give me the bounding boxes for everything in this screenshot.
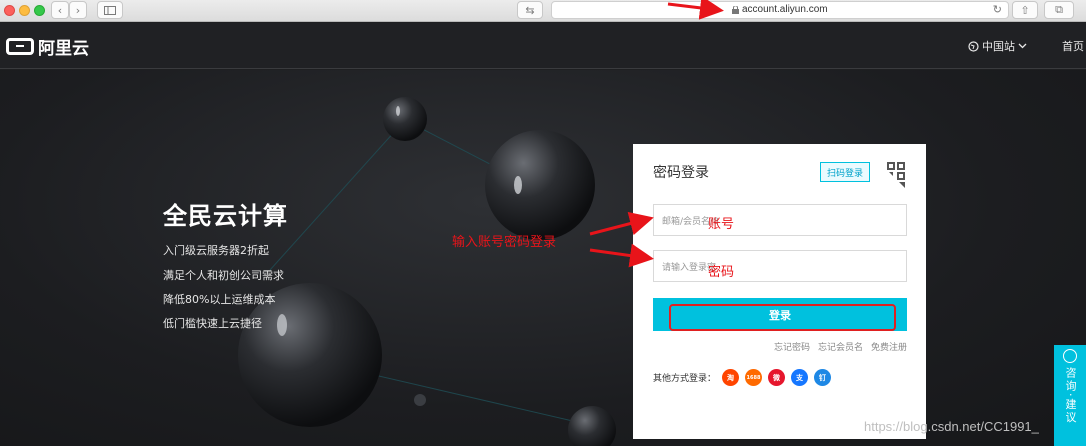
hero-feature: 满足个人和初创公司需求	[163, 269, 284, 282]
region-selector[interactable]: 中国站	[968, 38, 1027, 54]
hero-feature: 降低80%以上运维成本	[163, 293, 276, 306]
chevron-right-icon: ›	[75, 3, 81, 17]
url-text: account.aliyun.com	[742, 4, 828, 15]
aliyun-logo[interactable]: 阿里云	[6, 34, 89, 59]
zoom-window-button[interactable]	[34, 5, 45, 16]
close-window-button[interactable]	[4, 5, 15, 16]
qr-code-icon[interactable]	[877, 160, 907, 190]
browser-toolbar: ‹ › ⇆ account.aliyun.com ↻ ⇧ ⧉	[0, 0, 1086, 22]
address-bar[interactable]: account.aliyun.com ↻	[551, 1, 1009, 19]
taobao-icon[interactable]: 淘	[722, 369, 740, 386]
reload-icon[interactable]: ↻	[993, 3, 1002, 16]
account-input[interactable]: 邮箱/会员名/8	[653, 204, 907, 236]
lock-icon	[732, 6, 739, 14]
chevron-left-icon: ‹	[57, 3, 63, 17]
region-label: 中国站	[982, 40, 1015, 53]
weibo-icon[interactable]: 微	[768, 369, 786, 386]
share-button[interactable]: ⇧	[1012, 1, 1038, 19]
login-button-highlight	[669, 304, 896, 331]
nav-home-link[interactable]: 首页	[1062, 38, 1084, 54]
logo-icon	[6, 38, 34, 55]
alipay-icon[interactable]: 支	[791, 369, 809, 386]
sidebar-toggle-button[interactable]	[97, 1, 123, 19]
register-link[interactable]: 免费注册	[871, 340, 907, 353]
tabs-button[interactable]: ⧉	[1044, 1, 1074, 19]
reader-button[interactable]: ⇆	[517, 1, 543, 19]
site-header: 阿里云 中国站 首页	[0, 23, 1086, 69]
1688-icon[interactable]: 1688	[745, 369, 763, 386]
minimize-window-button[interactable]	[19, 5, 30, 16]
forgot-username-link[interactable]: 忘记会员名	[818, 340, 863, 353]
globe-icon	[968, 40, 979, 52]
forward-button[interactable]: ›	[69, 1, 87, 19]
hero-feature: 入门级云服务器2折起	[163, 244, 269, 257]
annotation-account: 账号	[708, 217, 735, 232]
login-panel: 密码登录 扫码登录 邮箱/会员名/8 请输入登录密 登录 忘记密码 忘记会员名 …	[633, 144, 926, 439]
logo-text: 阿里云	[38, 39, 89, 59]
annotation-password: 密码	[708, 265, 735, 280]
hero-title: 全民云计算	[163, 202, 288, 230]
arrows-icon: ⇆	[525, 3, 535, 17]
tabs-icon: ⧉	[1055, 3, 1063, 16]
other-login-methods: 其他方式登录： 淘 1688 微 支 钉	[653, 369, 832, 386]
hero-feature: 低门槛快速上云捷径	[163, 317, 262, 330]
watermark-text: https://blog.csdn.net/CC1991_	[864, 419, 1039, 434]
sidebar-icon	[104, 5, 116, 15]
share-icon: ⇧	[1020, 3, 1030, 17]
password-input[interactable]: 请输入登录密	[653, 250, 907, 282]
other-login-label: 其他方式登录：	[653, 374, 717, 384]
chat-icon	[1063, 349, 1077, 363]
back-button[interactable]: ‹	[51, 1, 69, 19]
qr-login-tip[interactable]: 扫码登录	[820, 162, 870, 182]
annotation-instruction: 输入账号密码登录	[452, 235, 557, 250]
consult-label: 咨询·建议	[1064, 367, 1077, 425]
chevron-down-icon	[1018, 43, 1027, 49]
help-links: 忘记密码 忘记会员名 免费注册	[774, 340, 907, 353]
dingtalk-icon[interactable]: 钉	[814, 369, 832, 386]
login-title: 密码登录	[653, 165, 709, 181]
consult-side-tab[interactable]: 咨询·建议	[1054, 345, 1086, 446]
forgot-password-link[interactable]: 忘记密码	[774, 340, 810, 353]
